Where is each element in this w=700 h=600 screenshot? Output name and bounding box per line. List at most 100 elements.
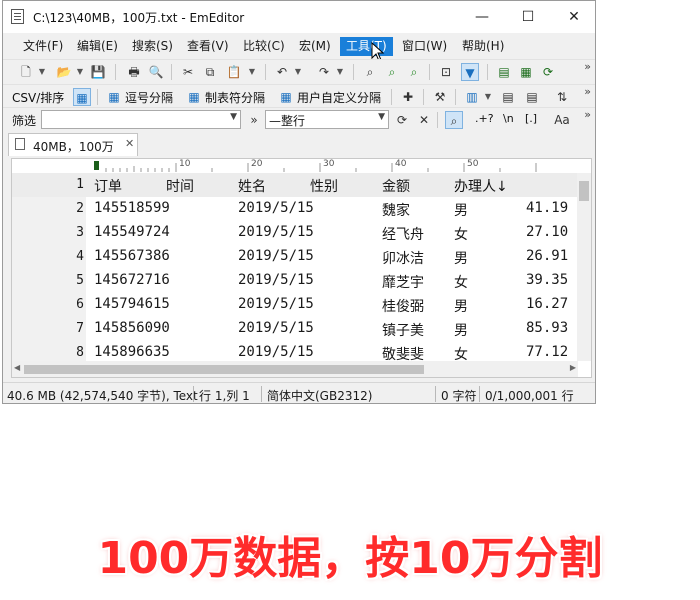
- table-edit-icon[interactable]: ▤: [523, 88, 541, 106]
- chevron-down-icon[interactable]: ▼: [378, 112, 385, 122]
- table-row[interactable]: 7 145856090 2019/5/15 镇子美 男 85.93: [12, 317, 578, 341]
- menu-help[interactable]: 帮助(H): [456, 37, 510, 56]
- horizontal-scrollbar[interactable]: ◀ ▶: [12, 361, 578, 377]
- redo-icon[interactable]: ↷: [315, 63, 333, 81]
- filter-mode-select[interactable]: —整行 ▼: [265, 110, 389, 129]
- chevron-down-icon[interactable]: ▼: [247, 63, 257, 81]
- find-prev-icon[interactable]: ⌕: [405, 63, 423, 81]
- find-next-icon[interactable]: ⌕: [383, 63, 401, 81]
- ruler-mark-50: 50: [467, 159, 479, 169]
- table-row[interactable]: 2 145518599 2019/5/15 魏家 男 41.19: [12, 197, 578, 221]
- cell-amount: 27.10: [526, 224, 569, 240]
- table-row[interactable]: 4 145567386 2019/5/15 卯冰洁 男 26.91: [12, 245, 578, 269]
- tools-icon[interactable]: ⚒: [431, 88, 449, 106]
- toolbar-overflow-icon[interactable]: »: [584, 85, 591, 98]
- bookmark-icon[interactable]: ▤: [495, 63, 513, 81]
- title-bar[interactable]: C:\123\40MB，100万.txt - EmEditor — ☐ ✕: [3, 1, 595, 33]
- filter-overflow-icon[interactable]: »: [245, 111, 263, 129]
- standard-toolbar: 🗋 ▼ 📂 ▼ 💾 🖶 🔍 ✂ ⧉ 📋 ▼ ↶ ▼ ↷ ▼ ⌕ ⌕ ⌕ ⊡ ▼ …: [3, 59, 595, 84]
- cell-date: 2019/5/15: [238, 224, 314, 240]
- tab-separated-button[interactable]: 制表符分隔: [205, 89, 265, 106]
- undo-icon[interactable]: ↶: [273, 63, 291, 81]
- toolbar-overflow-icon[interactable]: »: [584, 60, 591, 73]
- normal-mode-icon[interactable]: ▦: [73, 88, 91, 106]
- header-time: 时间: [166, 179, 194, 195]
- horizontal-scroll-thumb[interactable]: [24, 365, 424, 374]
- regex-button[interactable]: .+?: [475, 112, 494, 125]
- text-editor[interactable]: 10 20 30 40 50 1 订单 时间 姓名 性别 金额 办理人↓ 2 1…: [11, 158, 592, 378]
- sort-icon[interactable]: ⇅: [553, 88, 571, 106]
- line-number: 7: [76, 321, 84, 336]
- filter-icon[interactable]: ▼: [461, 63, 479, 81]
- scroll-right-icon[interactable]: ▶: [570, 363, 576, 372]
- paste-icon[interactable]: 📋: [225, 63, 243, 81]
- status-char-count: 0 字符: [441, 389, 477, 403]
- match-case-icon[interactable]: Aa: [553, 111, 571, 129]
- ruler-mark-40: 40: [395, 159, 407, 169]
- chevron-down-icon[interactable]: ▼: [230, 112, 237, 122]
- print-preview-icon[interactable]: 🔍: [147, 63, 165, 81]
- cell-gender: 男: [454, 323, 468, 339]
- cut-icon[interactable]: ✂: [179, 63, 197, 81]
- menu-compare[interactable]: 比较(C): [237, 37, 291, 56]
- newline-button[interactable]: \n: [503, 112, 514, 125]
- header-order: 订单: [94, 179, 122, 195]
- table-row[interactable]: 1 订单 时间 姓名 性别 金额 办理人↓: [12, 173, 578, 197]
- print-icon[interactable]: 🖶: [125, 63, 143, 81]
- cell-date: 2019/5/15: [238, 272, 314, 288]
- filter-label: 筛选: [12, 114, 37, 128]
- vertical-scrollbar[interactable]: [577, 173, 591, 361]
- vertical-scroll-thumb[interactable]: [579, 181, 589, 201]
- columns-icon[interactable]: ▥: [463, 88, 481, 106]
- cell-order-id: 145518599: [94, 200, 170, 216]
- minimize-button[interactable]: —: [459, 1, 505, 33]
- cell-order-id: 145896635: [94, 344, 170, 360]
- cell-amount: 16.27: [526, 296, 569, 312]
- table-row[interactable]: 5 145672716 2019/5/15 靡芝宇 女 39.35: [12, 269, 578, 293]
- table-row[interactable]: 6 145794615 2019/5/15 桂俊弼 男 16.27: [12, 293, 578, 317]
- menu-file[interactable]: 文件(F): [17, 37, 69, 56]
- chevron-down-icon[interactable]: ▼: [483, 88, 493, 106]
- filter-input[interactable]: ▼: [41, 110, 241, 129]
- save-icon[interactable]: 💾: [89, 63, 107, 81]
- clear-filter-icon[interactable]: ✕: [415, 111, 433, 129]
- chevron-down-icon[interactable]: ▼: [37, 63, 47, 81]
- close-icon[interactable]: ✕: [125, 137, 134, 150]
- chevron-down-icon[interactable]: ▼: [335, 63, 345, 81]
- comma-separated-button[interactable]: 逗号分隔: [125, 89, 173, 106]
- find-icon[interactable]: ⌕: [361, 63, 379, 81]
- chevron-down-icon[interactable]: ▼: [75, 63, 85, 81]
- search-icon[interactable]: ⌕: [445, 111, 463, 129]
- open-folder-icon[interactable]: 📂: [55, 63, 73, 81]
- user-defined-separator-button[interactable]: 用户自定义分隔: [297, 89, 381, 106]
- table-row[interactable]: 3 145549724 2019/5/15 经飞舟 女 27.10: [12, 221, 578, 245]
- menu-search[interactable]: 搜索(S): [126, 37, 179, 56]
- user-separated-icon[interactable]: ▦: [277, 88, 295, 106]
- toolbar-overflow-icon[interactable]: »: [584, 108, 591, 121]
- new-file-icon[interactable]: 🗋: [17, 63, 35, 81]
- menu-macro[interactable]: 宏(M): [293, 37, 337, 56]
- menu-edit[interactable]: 编辑(E): [71, 37, 124, 56]
- status-cursor-position[interactable]: 行 1,列 1: [199, 387, 250, 403]
- csv-sort-label[interactable]: CSV/排序: [12, 89, 64, 106]
- refresh-icon[interactable]: ⟳: [539, 63, 557, 81]
- menu-view[interactable]: 查看(V): [181, 37, 235, 56]
- tab-document[interactable]: 40MB，100万 ✕: [8, 133, 138, 156]
- scroll-left-icon[interactable]: ◀: [14, 363, 20, 372]
- tab-separated-icon[interactable]: ▦: [185, 88, 203, 106]
- find-in-files-icon[interactable]: ⊡: [437, 63, 455, 81]
- table-icon[interactable]: ▤: [499, 88, 517, 106]
- close-button[interactable]: ✕: [551, 1, 595, 33]
- copy-icon[interactable]: ⧉: [201, 63, 219, 81]
- status-encoding[interactable]: 简体中文(GB2312): [267, 387, 372, 403]
- add-column-icon[interactable]: ✚: [399, 88, 417, 106]
- comma-icon[interactable]: ▦: [105, 88, 123, 106]
- menu-window[interactable]: 窗口(W): [396, 37, 453, 56]
- maximize-button[interactable]: ☐: [505, 1, 551, 33]
- workspace-icon[interactable]: ▦: [517, 63, 535, 81]
- chevron-down-icon[interactable]: ▼: [293, 63, 303, 81]
- line-number: 4: [76, 249, 84, 264]
- brackets-button[interactable]: [.]: [525, 112, 537, 125]
- window-title: C:\123\40MB，100万.txt - EmEditor: [33, 11, 245, 25]
- reload-icon[interactable]: ⟳: [393, 111, 411, 129]
